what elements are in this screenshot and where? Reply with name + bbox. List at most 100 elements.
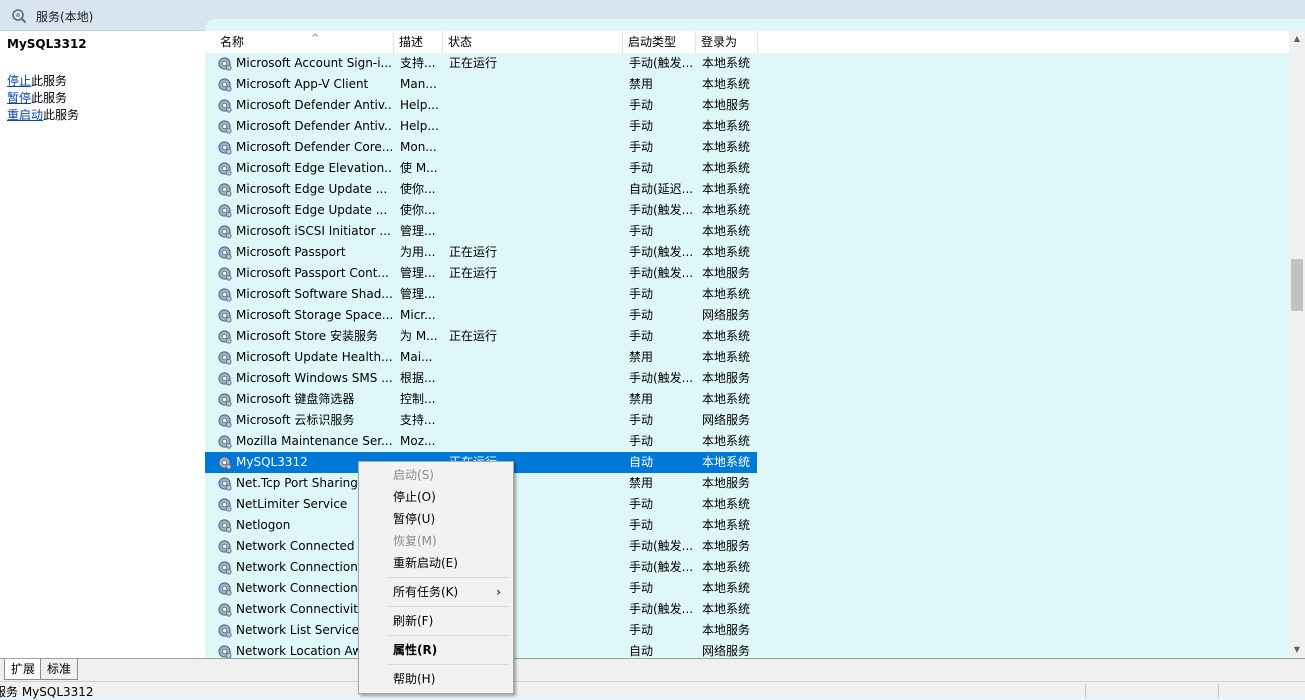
menu-item-4[interactable]: 重新启动(E) bbox=[359, 552, 513, 574]
startup-type-cell: 手动(触发... bbox=[629, 602, 694, 616]
menu-item-10[interactable]: 属性(R) bbox=[359, 639, 513, 661]
service-name-cell: Microsoft Passport Cont... bbox=[236, 266, 389, 280]
table-row[interactable]: Microsoft 云标识服务 支持... 手动 网络服务 bbox=[205, 410, 757, 431]
column-header-startup-type[interactable]: 启动类型 bbox=[623, 31, 696, 53]
service-description-cell: 管理... bbox=[400, 224, 436, 238]
gear-icon bbox=[218, 162, 232, 176]
action-pause: 暂停此服务 bbox=[7, 91, 68, 105]
service-description-cell: Help... bbox=[400, 98, 439, 112]
gear-icon bbox=[218, 267, 232, 281]
gear-icon bbox=[218, 435, 232, 449]
column-header-logon-as[interactable]: 登录为 bbox=[696, 31, 758, 53]
gear-icon bbox=[218, 141, 232, 155]
menu-separator bbox=[389, 577, 509, 578]
table-row[interactable]: Microsoft Edge Update ... 使你... 自动(延迟... 本地… bbox=[205, 179, 757, 200]
service-description-cell: 使 M... bbox=[400, 161, 438, 175]
tab-standard[interactable]: 标准 bbox=[40, 659, 79, 680]
service-status-cell: 正在运行 bbox=[449, 56, 498, 70]
scroll-up-icon[interactable]: ▲ bbox=[1289, 31, 1305, 47]
menu-item-6[interactable]: 所有任务(K) › bbox=[359, 581, 513, 603]
table-row[interactable]: Microsoft Software Shad... 管理... 手动 本地系统 bbox=[205, 284, 757, 305]
service-description-cell: Man... bbox=[400, 77, 437, 91]
startup-type-cell: 手动(触发... bbox=[629, 539, 694, 553]
logon-as-cell: 本地系统 bbox=[702, 203, 751, 217]
service-name-cell: Microsoft Windows SMS ... bbox=[236, 371, 392, 385]
pause-service-link[interactable]: 暂停 bbox=[7, 91, 31, 105]
table-row[interactable]: Microsoft Update Health... Mai... 禁用 本地系统 bbox=[205, 347, 757, 368]
startup-type-cell: 禁用 bbox=[629, 350, 654, 364]
menu-separator bbox=[389, 606, 509, 607]
table-row[interactable]: Microsoft Passport Cont... 管理... 正在运行 手动(触发… bbox=[205, 263, 757, 284]
table-row[interactable]: Microsoft Passport 为用... 正在运行 手动(触发... 本地系统 bbox=[205, 242, 757, 263]
gear-icon bbox=[218, 225, 232, 239]
table-row[interactable]: Microsoft Windows SMS ... 根据... 手动(触发... 本地… bbox=[205, 368, 757, 389]
service-description-cell: Help... bbox=[400, 119, 439, 133]
service-description-cell: 为 M... bbox=[400, 329, 438, 343]
table-row[interactable]: Mozilla Maintenance Ser... Moz... 手动 本地系统 bbox=[205, 431, 757, 452]
action-stop: 停止此服务 bbox=[7, 74, 68, 88]
menu-item-8[interactable]: 刷新(F) bbox=[359, 610, 513, 632]
table-row[interactable]: Microsoft Defender Antiv... Help... 手动 本地系统 bbox=[205, 116, 757, 137]
column-header-status[interactable]: 状态 bbox=[443, 31, 623, 53]
startup-type-cell: 手动 bbox=[629, 518, 654, 532]
gear-icon bbox=[218, 330, 232, 344]
gear-icon bbox=[218, 603, 232, 617]
startup-type-cell: 手动 bbox=[629, 623, 654, 637]
logon-as-cell: 本地服务 bbox=[702, 98, 751, 112]
gear-icon bbox=[218, 57, 232, 71]
table-row[interactable]: Microsoft Edge Update ... 使你... 手动(触发... 本地… bbox=[205, 200, 757, 221]
sort-ascending-icon: ^ bbox=[311, 33, 320, 44]
startup-type-cell: 手动 bbox=[629, 224, 654, 238]
gear-icon bbox=[218, 99, 232, 113]
table-row[interactable]: Microsoft Account Sign-i... 支持... 正在运行 手动(触… bbox=[205, 53, 757, 74]
menu-item-1[interactable]: 停止(O) bbox=[359, 486, 513, 508]
table-row[interactable]: Microsoft 键盘筛选器 控制... 禁用 本地系统 bbox=[205, 389, 757, 410]
service-description-cell: Mai... bbox=[400, 350, 433, 364]
table-row[interactable]: Microsoft Storage Space... Micr... 手动 网络服务 bbox=[205, 305, 757, 326]
logon-as-cell: 本地系统 bbox=[702, 392, 751, 406]
column-header-name[interactable]: 名称 ^ bbox=[215, 31, 394, 53]
logon-as-cell: 本地服务 bbox=[702, 371, 751, 385]
tab-extended[interactable]: 扩展 bbox=[4, 659, 43, 680]
service-name-cell: Microsoft Store 安装服务 bbox=[236, 329, 378, 343]
service-name-cell: Microsoft Edge Elevation... bbox=[236, 161, 392, 175]
vertical-scrollbar[interactable]: ▲ ▼ bbox=[1289, 31, 1305, 658]
startup-type-cell: 禁用 bbox=[629, 77, 654, 91]
column-header-description[interactable]: 描述 bbox=[394, 31, 443, 53]
service-description-cell: 支持... bbox=[400, 56, 436, 70]
startup-type-cell: 自动(延迟... bbox=[629, 182, 694, 196]
context-menu: 启动(S) 停止(O) 暂停(U) 恢复(M) 重新启动(E) 所有任务(K) › 刷新(F)… bbox=[358, 461, 514, 694]
table-row[interactable]: Microsoft Defender Antiv... Help... 手动 本地服务 bbox=[205, 95, 757, 116]
logon-as-cell: 本地系统 bbox=[702, 455, 751, 469]
menu-item-12[interactable]: 帮助(H) bbox=[359, 668, 513, 690]
restart-service-link[interactable]: 重启动 bbox=[7, 108, 43, 122]
service-name-cell: Microsoft Update Health... bbox=[236, 350, 392, 364]
logon-as-cell: 本地系统 bbox=[702, 287, 751, 301]
column-header-bar: 名称 ^ 描述 状态 启动类型 登录为 bbox=[205, 31, 1289, 53]
table-row[interactable]: Microsoft Store 安装服务 为 M... 正在运行 手动 本地系统 bbox=[205, 326, 757, 347]
scroll-thumb[interactable] bbox=[1291, 259, 1303, 311]
scroll-down-icon[interactable]: ▼ bbox=[1289, 642, 1305, 658]
gear-icon bbox=[218, 351, 232, 365]
gear-icon bbox=[218, 372, 232, 386]
startup-type-cell: 手动 bbox=[629, 329, 654, 343]
gear-icon bbox=[218, 456, 232, 470]
gear-icon bbox=[218, 120, 232, 134]
logon-as-cell: 本地系统 bbox=[702, 140, 751, 154]
table-row[interactable]: Microsoft Edge Elevation... 使 M... 手动 本地系统 bbox=[205, 158, 757, 179]
startup-type-cell: 手动(触发... bbox=[629, 371, 694, 385]
service-description-cell: 为用... bbox=[400, 245, 436, 259]
gear-icon bbox=[218, 246, 232, 260]
service-name-cell: Microsoft 云标识服务 bbox=[236, 413, 355, 427]
logon-as-cell: 本地系统 bbox=[702, 245, 751, 259]
table-row[interactable]: Microsoft iSCSI Initiator ... 管理... 手动 本地系统 bbox=[205, 221, 757, 242]
startup-type-cell: 手动 bbox=[629, 308, 654, 322]
stop-service-link[interactable]: 停止 bbox=[7, 74, 31, 88]
status-divider bbox=[1218, 684, 1219, 698]
service-name-cell: Microsoft Defender Antiv... bbox=[236, 119, 392, 133]
menu-separator bbox=[389, 635, 509, 636]
view-tabs: 扩展 标准 bbox=[0, 658, 1305, 681]
menu-item-2[interactable]: 暂停(U) bbox=[359, 508, 513, 530]
table-row[interactable]: Microsoft Defender Core... Mon... 手动 本地系统 bbox=[205, 137, 757, 158]
table-row[interactable]: Microsoft App-V Client Man... 禁用 本地系统 bbox=[205, 74, 757, 95]
